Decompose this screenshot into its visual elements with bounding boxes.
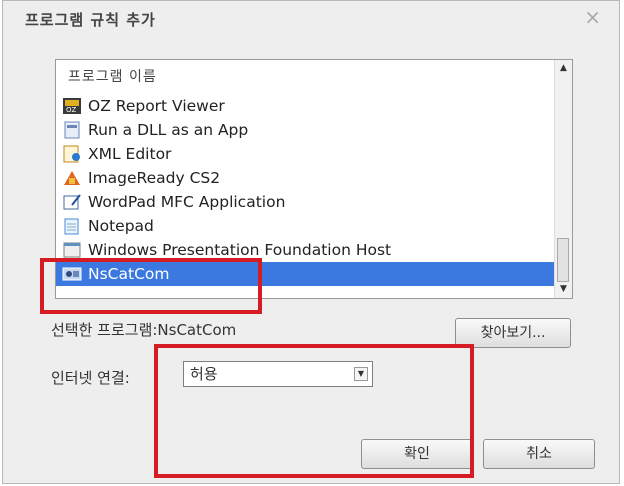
- xml-editor-icon: [62, 145, 82, 163]
- wordpad-icon: [62, 193, 82, 211]
- selected-program-text: 선택한 프로그램:NsCatCom: [51, 321, 237, 339]
- list-item-label: WordPad MFC Application: [88, 193, 286, 211]
- list-item-label: Run a DLL as an App: [88, 121, 249, 139]
- dialog-title: 프로그램 규칙 추가: [25, 11, 156, 29]
- list-item[interactable]: XML Editor: [62, 142, 554, 166]
- list-item[interactable]: Run a DLL as an App: [62, 118, 554, 142]
- scroll-down-icon[interactable]: ▼: [555, 281, 572, 298]
- list-item-label: ImageReady CS2: [88, 169, 221, 187]
- list-item[interactable]: WordPad MFC Application: [62, 190, 554, 214]
- imageready-icon: [62, 169, 82, 187]
- scroll-up-icon[interactable]: ▲: [555, 60, 572, 77]
- oz-report-icon: OZ: [62, 97, 82, 115]
- list-header-program-name: 프로그램 이름: [68, 69, 157, 85]
- cancel-button[interactable]: 취소: [483, 439, 595, 469]
- internet-connection-label: 인터넷 연결:: [51, 369, 130, 387]
- highlight-box-selected-item: [40, 258, 262, 314]
- list-item[interactable]: ImageReady CS2: [62, 166, 554, 190]
- list-item-label: Notepad: [88, 217, 154, 235]
- svg-text:OZ: OZ: [66, 106, 77, 114]
- list-item-label: Windows Presentation Foundation Host: [88, 241, 392, 259]
- list-item-label: OZ Report Viewer: [88, 97, 225, 115]
- highlight-box-internet-ok: [154, 344, 474, 478]
- wpf-host-icon: [62, 241, 82, 259]
- list-item-label: XML Editor: [88, 145, 172, 163]
- close-icon[interactable]: ×: [584, 5, 601, 29]
- generic-app-icon: [62, 121, 82, 139]
- list-item[interactable]: Notepad: [62, 214, 554, 238]
- scroll-thumb[interactable]: [557, 238, 569, 282]
- notepad-icon: [62, 217, 82, 235]
- list-scrollbar[interactable]: ▲ ▼: [554, 60, 572, 298]
- list-item[interactable]: OZ OZ Report Viewer: [62, 94, 554, 118]
